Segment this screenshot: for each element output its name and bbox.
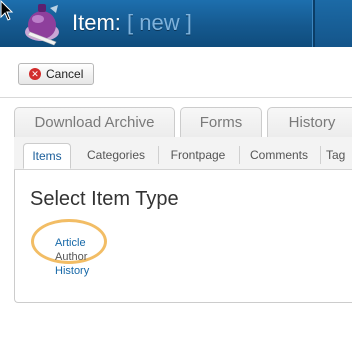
tab-history-label: History xyxy=(288,114,336,131)
tab-frontpage-label: Frontpage xyxy=(170,148,226,162)
tab-forms-label: Forms xyxy=(199,114,243,131)
toolbar-divider xyxy=(0,97,352,98)
tab-separator xyxy=(320,146,321,164)
tab-categories[interactable]: Categories xyxy=(80,143,152,169)
tab-tag[interactable]: Tag xyxy=(326,143,352,169)
header-right-panel xyxy=(315,0,352,47)
app-header: Item: [ new ] xyxy=(0,0,352,47)
tab-forms[interactable]: Forms xyxy=(180,107,262,137)
page-title-prefix: Item: xyxy=(72,10,121,35)
tab-history[interactable]: History xyxy=(267,107,352,137)
tab-comments-label: Comments xyxy=(249,148,308,162)
tab-items[interactable]: Items xyxy=(23,143,71,169)
cancel-button-label: Cancel xyxy=(46,67,84,81)
cancel-button[interactable]: ✕ Cancel xyxy=(18,63,94,85)
tab-tag-label: Tag xyxy=(326,148,346,162)
toolbar: ✕ Cancel xyxy=(0,47,352,97)
tab-download-archive-label: Download Archive xyxy=(34,114,155,131)
cancel-icon: ✕ xyxy=(29,68,41,80)
logo-icon xyxy=(25,4,59,46)
tab-separator xyxy=(158,146,159,164)
item-type-author-link[interactable]: Author xyxy=(55,250,87,264)
item-type-history-link[interactable]: History xyxy=(55,264,89,278)
tab-items-label: Items xyxy=(32,149,62,163)
tab-frontpage[interactable]: Frontpage xyxy=(164,143,232,169)
tab-comments[interactable]: Comments xyxy=(244,143,314,169)
page-title-status: [ new ] xyxy=(127,10,192,35)
tab-separator xyxy=(239,146,240,164)
item-type-article-link[interactable]: Article xyxy=(55,236,86,250)
section-title: Select Item Type xyxy=(30,188,179,210)
tab-categories-label: Categories xyxy=(86,148,146,162)
tab-download-archive[interactable]: Download Archive xyxy=(14,107,175,137)
page-title: Item: [ new ] xyxy=(72,9,192,37)
mouse-cursor-icon xyxy=(0,0,14,21)
